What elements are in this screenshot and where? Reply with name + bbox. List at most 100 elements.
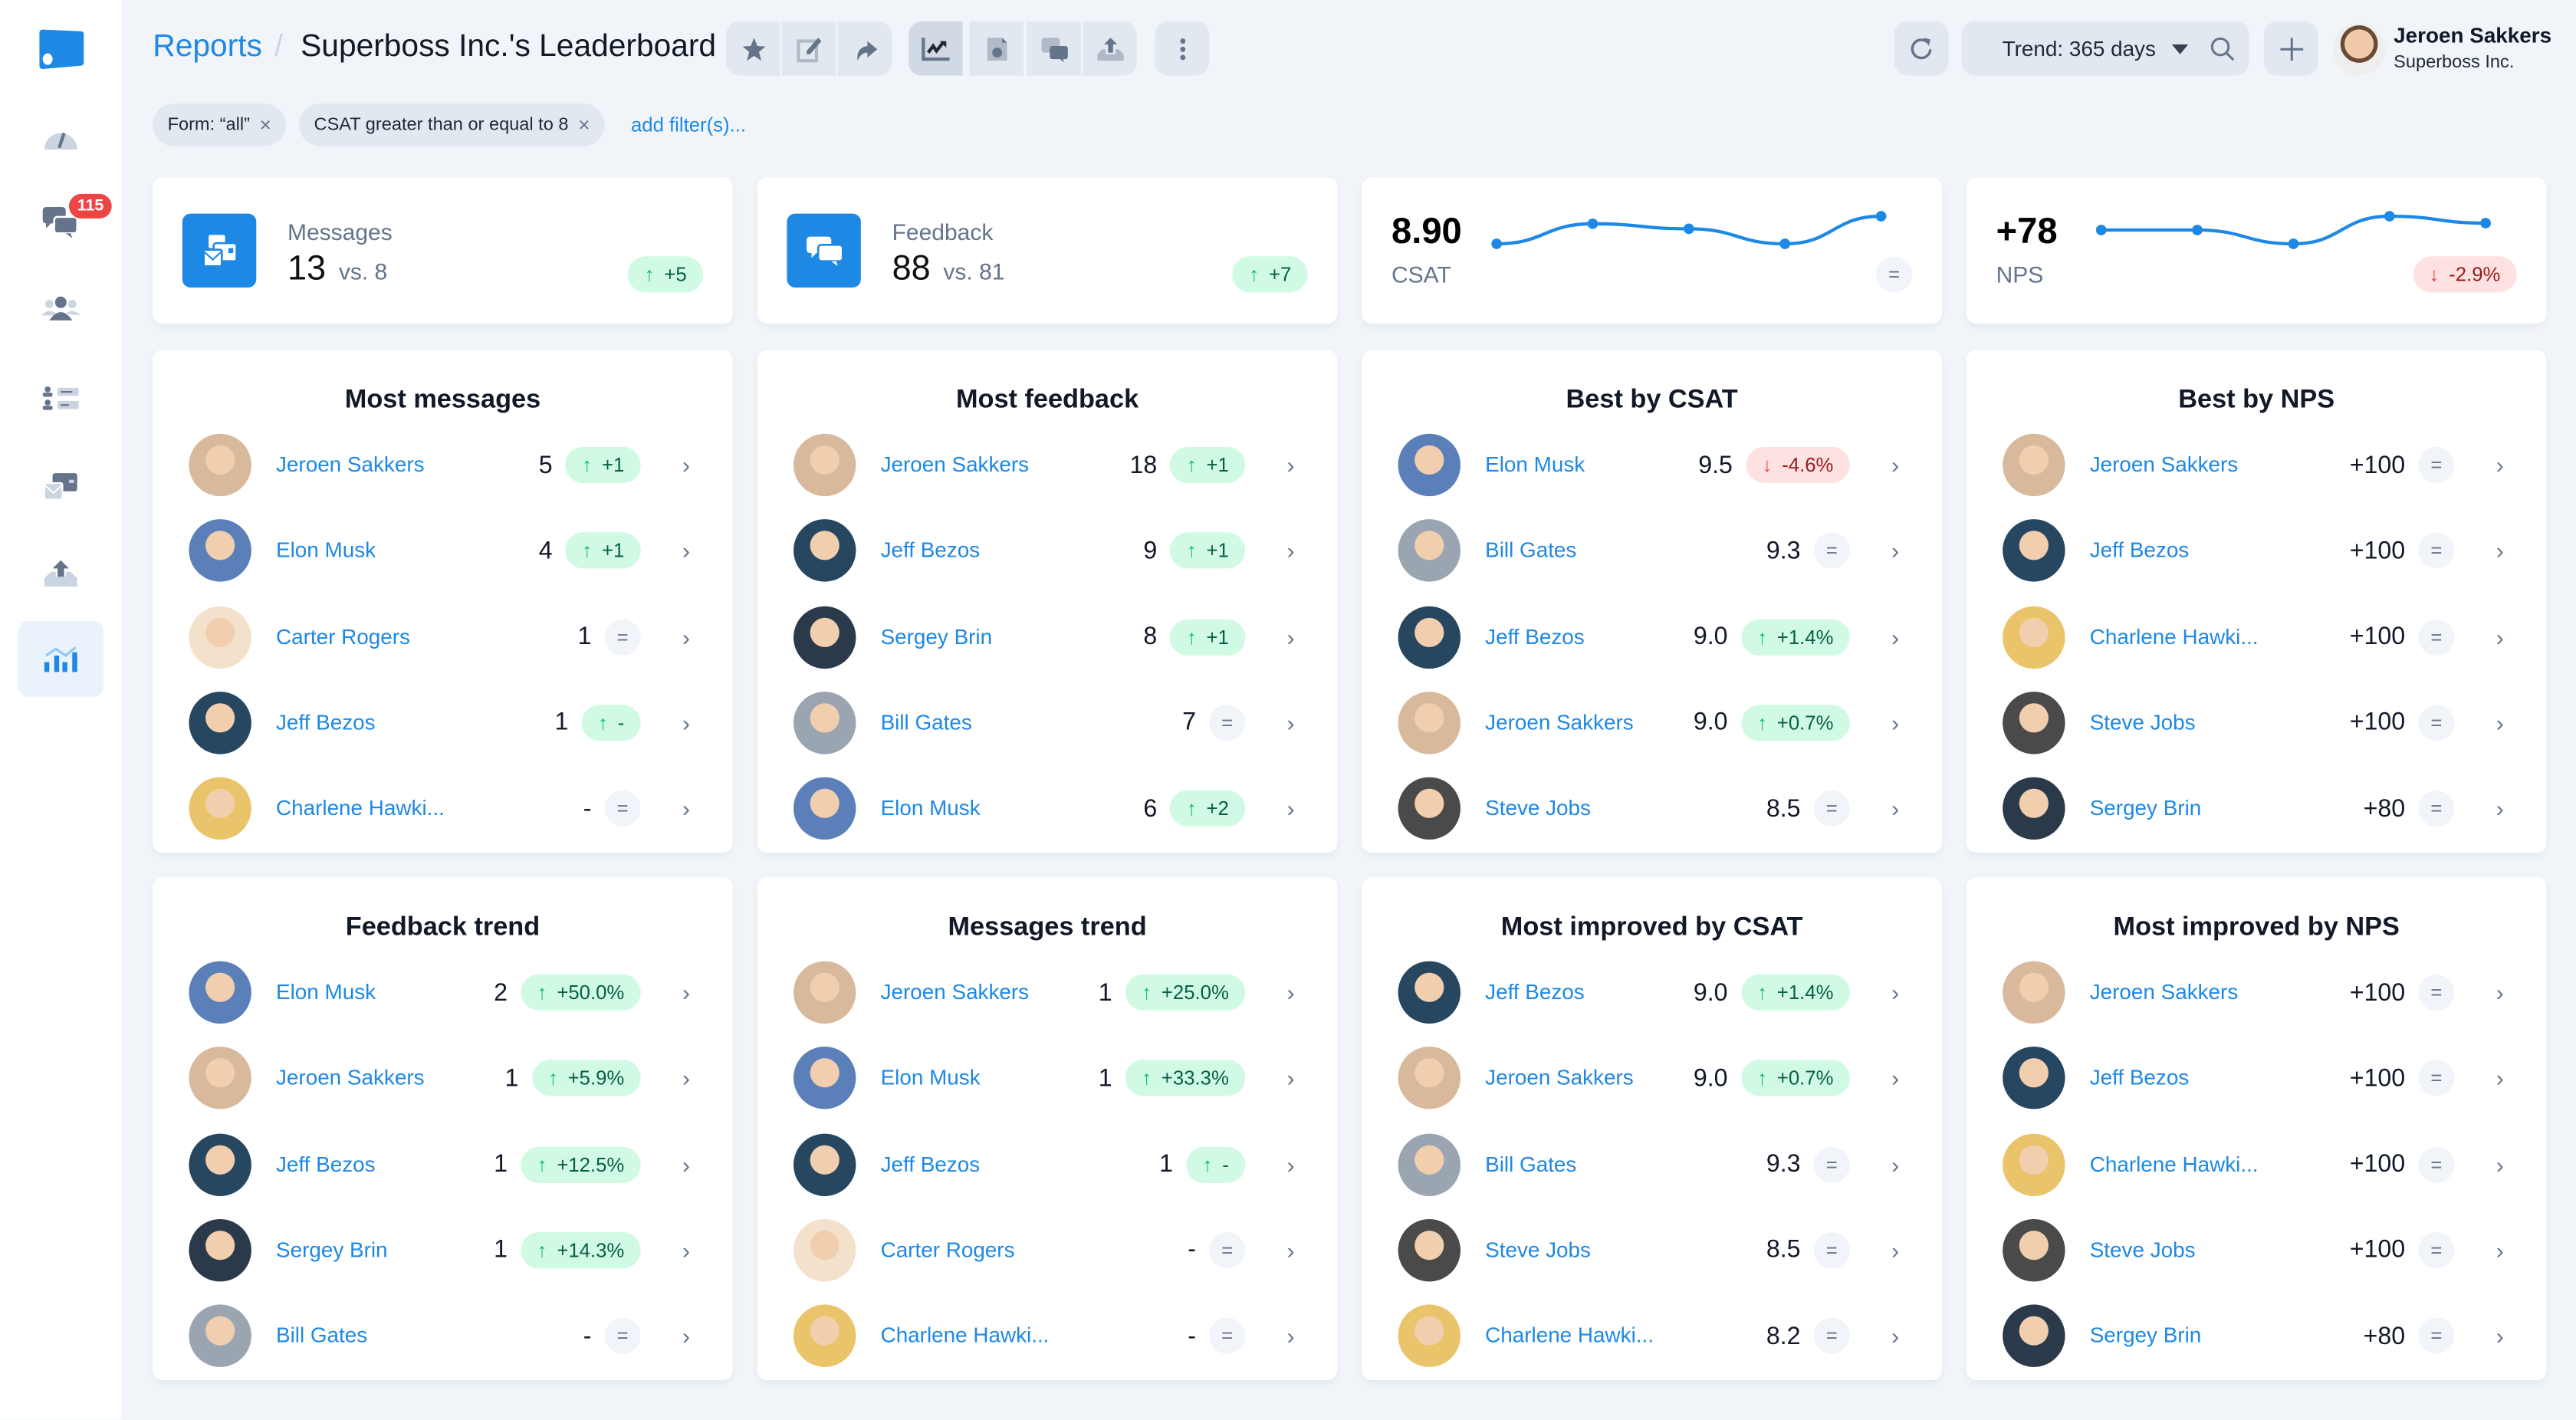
leaderboard-row[interactable]: Charlene Hawki... 8.2 = ›	[1395, 1303, 1909, 1369]
app-logo-icon[interactable]	[36, 28, 85, 71]
agent-name-link[interactable]: Bill Gates	[1485, 537, 1576, 562]
chevron-right-icon[interactable]: ›	[1287, 452, 1295, 478]
nav-messages[interactable]	[18, 449, 104, 524]
chevron-right-icon[interactable]: ›	[1891, 452, 1899, 478]
agent-name-link[interactable]: Jeroen Sakkers	[881, 979, 1030, 1004]
chevron-right-icon[interactable]: ›	[2496, 452, 2504, 478]
agent-name-link[interactable]: Sergey Brin	[276, 1237, 388, 1261]
trend-period-select[interactable]: Trend: 365 days	[1961, 21, 2229, 76]
agent-name-link[interactable]: Jeff Bezos	[2090, 537, 2190, 562]
search-button[interactable]	[2194, 21, 2249, 76]
filter-chip-csat[interactable]: CSAT greater than or equal to 8 ×	[299, 104, 605, 146]
chevron-right-icon[interactable]: ›	[1891, 979, 1899, 1005]
leaderboard-row[interactable]: Jeroen Sakkers +100 = ›	[1999, 959, 2514, 1025]
leaderboard-row[interactable]: Steve Jobs 8.5 = ›	[1395, 1218, 1909, 1284]
share-button[interactable]	[837, 21, 892, 76]
nav-dashboard[interactable]	[18, 100, 104, 176]
leaderboard-row[interactable]: Carter Rogers - = ›	[790, 1218, 1305, 1284]
leaderboard-row[interactable]: Elon Musk 6 ↑ +2 ›	[790, 776, 1305, 842]
chevron-right-icon[interactable]: ›	[682, 709, 690, 735]
sparkline-point[interactable]	[2095, 225, 2107, 235]
chevron-right-icon[interactable]: ›	[1891, 709, 1899, 735]
edit-button[interactable]	[781, 21, 836, 76]
agent-name-link[interactable]: Steve Jobs	[1485, 796, 1591, 820]
agent-name-link[interactable]: Charlene Hawki...	[1485, 1323, 1654, 1347]
sparkline-point[interactable]	[1875, 211, 1887, 222]
chevron-right-icon[interactable]: ›	[682, 1065, 690, 1091]
agent-name-link[interactable]: Jeff Bezos	[881, 1151, 981, 1175]
leaderboard-row[interactable]: Bill Gates 9.3 = ›	[1395, 518, 1909, 584]
agent-name-link[interactable]: Steve Jobs	[1485, 1237, 1591, 1261]
breadcrumb-reports-link[interactable]: Reports	[153, 30, 262, 66]
agent-name-link[interactable]: Elon Musk	[276, 537, 376, 562]
leaderboard-row[interactable]: Bill Gates 7 = ›	[790, 690, 1305, 756]
trend-view-button[interactable]	[909, 21, 963, 76]
agent-name-link[interactable]: Jeff Bezos	[1485, 979, 1585, 1004]
nav-reports[interactable]	[18, 621, 104, 697]
leaderboard-row[interactable]: Sergey Brin +80 = ›	[1999, 776, 2514, 842]
chevron-right-icon[interactable]: ›	[1287, 537, 1295, 564]
leaderboard-row[interactable]: Charlene Hawki... - = ›	[790, 1303, 1305, 1369]
agent-name-link[interactable]: Charlene Hawki...	[2090, 1151, 2259, 1175]
chevron-right-icon[interactable]: ›	[1891, 796, 1899, 822]
agent-name-link[interactable]: Jeroen Sakkers	[1485, 709, 1634, 734]
favorite-button[interactable]	[726, 21, 780, 76]
leaderboard-row[interactable]: Steve Jobs +100 = ›	[1999, 690, 2514, 756]
agent-name-link[interactable]: Carter Rogers	[276, 623, 410, 648]
agent-name-link[interactable]: Bill Gates	[881, 709, 972, 734]
leaderboard-row[interactable]: Charlene Hawki... +100 = ›	[1999, 604, 2514, 670]
agent-name-link[interactable]: Charlene Hawki...	[881, 1323, 1050, 1347]
chevron-right-icon[interactable]: ›	[1287, 1237, 1295, 1263]
user-name[interactable]: Jeroen Sakkers	[2394, 23, 2551, 48]
chevron-right-icon[interactable]: ›	[1287, 1151, 1295, 1177]
chevron-right-icon[interactable]: ›	[682, 1151, 690, 1177]
add-button[interactable]	[2263, 21, 2318, 76]
leaderboard-row[interactable]: Steve Jobs +100 = ›	[1999, 1218, 2514, 1284]
chevron-right-icon[interactable]: ›	[1287, 1065, 1295, 1091]
more-options-button[interactable]	[1155, 21, 1210, 76]
agent-name-link[interactable]: Jeff Bezos	[881, 537, 981, 562]
agent-name-link[interactable]: Jeroen Sakkers	[1485, 1065, 1634, 1090]
leaderboard-row[interactable]: Jeroen Sakkers +100 = ›	[1999, 432, 2514, 498]
agent-name-link[interactable]: Jeff Bezos	[2090, 1065, 2190, 1090]
agent-name-link[interactable]: Sergey Brin	[2090, 796, 2202, 820]
agent-name-link[interactable]: Steve Jobs	[2090, 1237, 2196, 1261]
report-file-button[interactable]	[969, 21, 1024, 76]
agent-name-link[interactable]: Steve Jobs	[2090, 709, 2196, 734]
chevron-right-icon[interactable]: ›	[1891, 623, 1899, 649]
chevron-right-icon[interactable]: ›	[682, 537, 690, 564]
leaderboard-row[interactable]: Charlene Hawki... +100 = ›	[1999, 1132, 2514, 1198]
leaderboard-row[interactable]: Sergey Brin 8 ↑ +1 ›	[790, 604, 1305, 670]
leaderboard-row[interactable]: Sergey Brin 1 ↑ +14.3% ›	[186, 1218, 700, 1284]
leaderboard-row[interactable]: Jeroen Sakkers 9.0 ↑ +0.7% ›	[1395, 690, 1909, 756]
sparkline-point[interactable]	[2480, 218, 2491, 228]
sparkline-point[interactable]	[1684, 223, 1694, 235]
sparkline-point[interactable]	[2288, 238, 2299, 249]
chevron-right-icon[interactable]: ›	[2496, 979, 2504, 1005]
remove-filter-icon[interactable]: ×	[260, 113, 271, 136]
leaderboard-row[interactable]: Steve Jobs 8.5 = ›	[1395, 776, 1909, 842]
chevron-right-icon[interactable]: ›	[2496, 796, 2504, 822]
agent-name-link[interactable]: Bill Gates	[1485, 1151, 1576, 1175]
leaderboard-row[interactable]: Elon Musk 9.5 ↓ -4.6% ›	[1395, 432, 1909, 498]
chevron-right-icon[interactable]: ›	[682, 979, 690, 1005]
agent-name-link[interactable]: Jeroen Sakkers	[276, 452, 425, 476]
chevron-right-icon[interactable]: ›	[1287, 709, 1295, 735]
chevron-right-icon[interactable]: ›	[1891, 1323, 1899, 1349]
leaderboard-row[interactable]: Jeff Bezos 1 ↑ - ›	[186, 690, 700, 756]
leaderboard-row[interactable]: Bill Gates - = ›	[186, 1303, 700, 1369]
agent-name-link[interactable]: Jeff Bezos	[276, 709, 376, 734]
chevron-right-icon[interactable]: ›	[682, 1323, 690, 1349]
sparkline-point[interactable]	[1779, 238, 1791, 249]
nav-upload[interactable]	[18, 536, 104, 612]
agent-name-link[interactable]: Charlene Hawki...	[276, 796, 445, 820]
agent-name-link[interactable]: Jeroen Sakkers	[2090, 452, 2239, 476]
leaderboard-row[interactable]: Carter Rogers 1 = ›	[186, 604, 700, 670]
add-filter-link[interactable]: add filter(s)...	[631, 113, 746, 136]
user-avatar[interactable]	[2332, 23, 2386, 76]
agent-name-link[interactable]: Sergey Brin	[2090, 1323, 2202, 1347]
leaderboard-row[interactable]: Jeff Bezos 9.0 ↑ +1.4% ›	[1395, 604, 1909, 670]
sparkline-point[interactable]	[1587, 218, 1598, 229]
sparkline-point[interactable]	[2192, 225, 2203, 235]
chevron-right-icon[interactable]: ›	[1287, 1323, 1295, 1349]
